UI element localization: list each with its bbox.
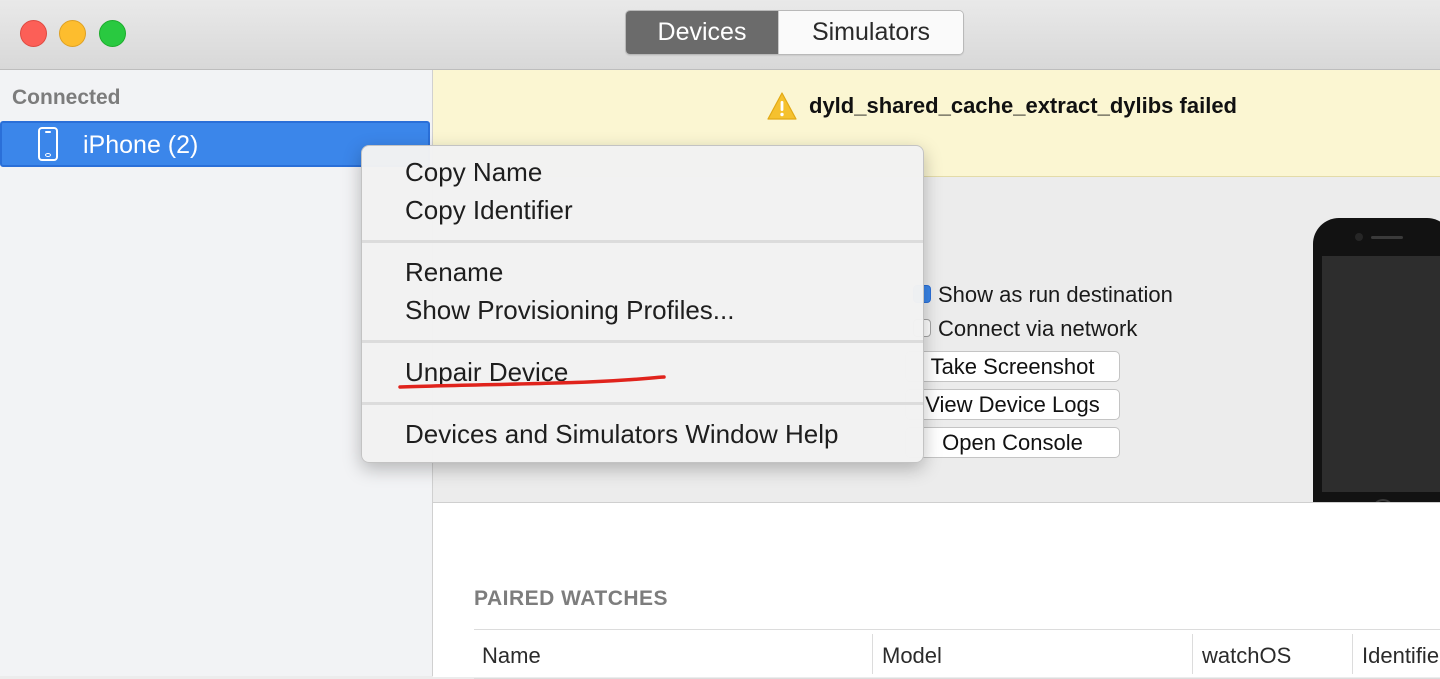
section-title: PAIRED WATCHES <box>474 587 669 610</box>
watches-table-header: Name Model watchOS Identifie <box>474 629 1440 679</box>
column-header-name[interactable]: Name <box>482 639 541 673</box>
iphone-icon <box>38 127 58 161</box>
title-bar: Devices Simulators <box>0 0 1440 70</box>
phone-screen <box>1322 256 1440 492</box>
red-underline-annotation <box>398 375 666 389</box>
menu-item-window-help[interactable]: Devices and Simulators Window Help <box>405 419 839 450</box>
menu-item-copy-name[interactable]: Copy Name <box>405 157 542 188</box>
show-as-run-destination-label: Show as run destination <box>938 282 1173 307</box>
connect-via-network-label: Connect via network <box>938 316 1138 341</box>
minimize-button[interactable] <box>59 20 86 47</box>
column-divider <box>1352 634 1353 674</box>
speaker-icon <box>1371 236 1403 239</box>
column-header-identifier[interactable]: Identifie <box>1362 639 1439 673</box>
menu-item-rename[interactable]: Rename <box>405 257 503 288</box>
device-context-menu: Copy Name Copy Identifier Rename Show Pr… <box>361 145 924 463</box>
take-screenshot-button[interactable]: Take Screenshot <box>905 351 1120 382</box>
warning-message: dyld_shared_cache_extract_dylibs failed <box>809 93 1237 118</box>
column-divider <box>872 634 873 674</box>
menu-item-show-provisioning-profiles[interactable]: Show Provisioning Profiles... <box>405 295 734 326</box>
column-header-model[interactable]: Model <box>882 639 942 673</box>
camera-icon <box>1355 233 1363 241</box>
iphone-image <box>1313 218 1440 530</box>
menu-separator <box>362 340 923 343</box>
tab-simulators[interactable]: Simulators <box>778 11 963 54</box>
view-device-logs-button[interactable]: View Device Logs <box>905 389 1120 420</box>
warning-icon <box>767 92 797 120</box>
view-segmented-control: Devices Simulators <box>625 10 964 55</box>
sidebar-section-title: Connected <box>12 86 121 109</box>
menu-separator <box>362 240 923 243</box>
column-header-watchos[interactable]: watchOS <box>1202 639 1291 673</box>
paired-watches-section: PAIRED WATCHES Name Model watchOS Identi… <box>433 502 1440 679</box>
open-console-button[interactable]: Open Console <box>905 427 1120 458</box>
close-button[interactable] <box>20 20 47 47</box>
menu-separator <box>362 402 923 405</box>
sidebar-item-label: iPhone (2) <box>83 131 199 159</box>
column-divider <box>1192 634 1193 674</box>
tab-devices[interactable]: Devices <box>626 11 778 54</box>
zoom-button[interactable] <box>99 20 126 47</box>
menu-item-copy-identifier[interactable]: Copy Identifier <box>405 195 573 226</box>
